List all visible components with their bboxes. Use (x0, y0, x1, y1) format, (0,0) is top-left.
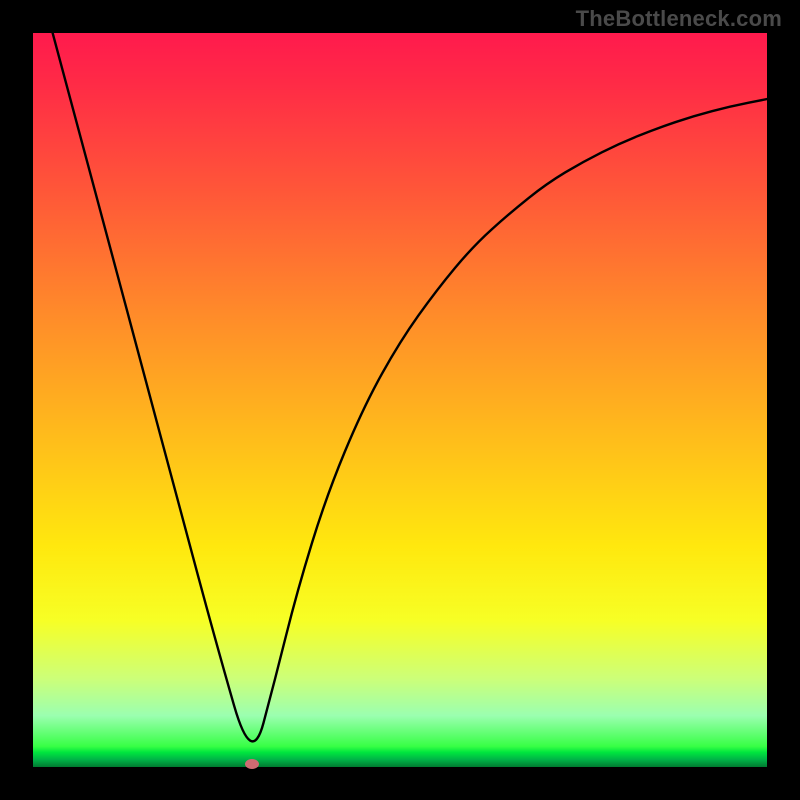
bottleneck-curve-path (33, 33, 767, 741)
bottleneck-minimum-marker (245, 759, 259, 769)
chart-frame: TheBottleneck.com (0, 0, 800, 800)
bottleneck-curve (33, 33, 767, 767)
watermark-label: TheBottleneck.com (576, 6, 782, 32)
